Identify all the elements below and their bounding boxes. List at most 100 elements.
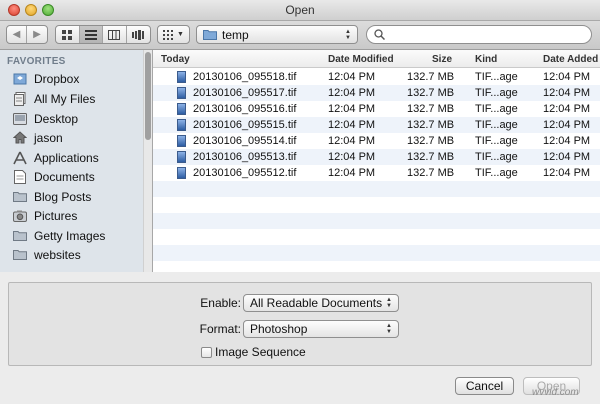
file-date-modified: 12:04 PM xyxy=(328,151,376,163)
sidebar: FAVORITES Dropbox All My Files Desktop j… xyxy=(0,50,153,272)
icon-view-icon xyxy=(61,29,72,40)
open-dialog: Open ◀ ▶ ▼ temp ▲ ▼ FAVORITES Dropbox Al… xyxy=(0,0,600,404)
file-kind: TIF...age xyxy=(475,87,518,99)
empty-row xyxy=(153,229,600,245)
file-size: 132.7 MB xyxy=(407,87,455,99)
file-name: 20130106_095514.tif xyxy=(193,135,297,147)
file-date-added: 12:04 PM xyxy=(543,103,591,115)
sidebar-item-label: Documents xyxy=(34,169,95,184)
file-date-added: 12:04 PM xyxy=(543,119,591,131)
sidebar-item-blog-posts[interactable]: Blog Posts xyxy=(0,187,143,206)
sidebar-item-dropbox[interactable]: Dropbox xyxy=(0,69,143,88)
view-mode-control xyxy=(55,25,151,44)
grid-icon xyxy=(163,29,174,40)
watermark-text: wvvid.com xyxy=(532,387,579,398)
tif-file-icon xyxy=(177,87,186,99)
file-list: Today Date Modified Size Kind Date Added… xyxy=(153,50,600,272)
list-view-icon xyxy=(84,29,97,40)
pictures-icon xyxy=(12,208,28,224)
column-size[interactable]: Size xyxy=(432,54,452,65)
updown-arrows-icon: ▲ ▼ xyxy=(386,297,392,309)
tif-file-icon xyxy=(177,151,186,163)
sidebar-scroll-thumb[interactable] xyxy=(145,52,151,140)
file-date-modified: 12:04 PM xyxy=(328,103,376,115)
file-name: 20130106_095518.tif xyxy=(193,71,297,83)
table-row[interactable]: 20130106_095517.tif 12:04 PM 132.7 MB TI… xyxy=(153,85,600,101)
arrange-menu-button[interactable]: ▼ xyxy=(157,25,190,44)
sidebar-item-jason[interactable]: jason xyxy=(0,128,143,147)
applications-icon xyxy=(12,150,28,166)
sidebar-item-desktop[interactable]: Desktop xyxy=(0,109,143,128)
sidebar-scrollbar[interactable] xyxy=(143,50,152,272)
toolbar: ◀ ▶ ▼ temp ▲ ▼ xyxy=(0,21,600,50)
column-view-button[interactable] xyxy=(103,26,127,43)
file-date-modified: 12:04 PM xyxy=(328,71,376,83)
sidebar-item-pictures[interactable]: Pictures xyxy=(0,206,143,225)
sidebar-item-websites[interactable]: websites xyxy=(0,245,143,264)
file-date-modified: 12:04 PM xyxy=(328,87,376,99)
file-date-added: 12:04 PM xyxy=(543,167,591,179)
sidebar-item-label: Dropbox xyxy=(34,71,80,86)
format-value: Photoshop xyxy=(250,322,308,336)
back-button[interactable]: ◀ xyxy=(7,26,28,43)
table-row[interactable]: 20130106_095515.tif 12:04 PM 132.7 MB TI… xyxy=(153,117,600,133)
forward-button[interactable]: ▶ xyxy=(27,26,47,43)
dropbox-icon xyxy=(12,71,28,87)
sidebar-item-all-my-files[interactable]: All My Files xyxy=(0,89,143,108)
sidebar-item-documents[interactable]: Documents xyxy=(0,167,143,186)
image-sequence-label: Image Sequence xyxy=(215,345,306,359)
tif-file-icon xyxy=(177,135,186,147)
column-date-added[interactable]: Date Added xyxy=(543,54,598,65)
column-kind[interactable]: Kind xyxy=(475,54,497,65)
file-name: 20130106_095516.tif xyxy=(193,103,297,115)
table-row[interactable]: 20130106_095514.tif 12:04 PM 132.7 MB TI… xyxy=(153,133,600,149)
options-panel: Enable: All Readable Documents ▲ ▼ Format… xyxy=(8,282,592,366)
sidebar-item-label: websites xyxy=(34,247,81,262)
file-name: 20130106_095515.tif xyxy=(193,119,297,131)
table-row[interactable]: 20130106_095512.tif 12:04 PM 132.7 MB TI… xyxy=(153,165,600,181)
title-bar: Open xyxy=(0,0,600,21)
column-view-icon xyxy=(108,29,121,40)
search-input[interactable] xyxy=(389,28,579,41)
home-icon xyxy=(12,130,28,146)
column-date-modified[interactable]: Date Modified xyxy=(328,54,394,65)
list-view-button[interactable] xyxy=(79,26,103,43)
empty-row xyxy=(153,261,600,272)
table-row[interactable]: 20130106_095513.tif 12:04 PM 132.7 MB TI… xyxy=(153,149,600,165)
folder-icon xyxy=(12,228,28,244)
sidebar-item-label: Desktop xyxy=(34,111,79,126)
folder-icon xyxy=(12,247,28,263)
file-name: 20130106_095517.tif xyxy=(193,87,297,99)
file-date-added: 12:04 PM xyxy=(543,135,591,147)
file-size: 132.7 MB xyxy=(407,167,455,179)
format-label: Format: xyxy=(199,322,241,336)
file-size: 132.7 MB xyxy=(407,119,455,131)
sidebar-item-getty-images[interactable]: Getty Images xyxy=(0,226,143,245)
search-field[interactable] xyxy=(366,25,592,44)
coverflow-view-icon xyxy=(131,29,144,40)
sidebar-heading-favorites: FAVORITES xyxy=(7,56,66,67)
enable-popup[interactable]: All Readable Documents ▲ ▼ xyxy=(243,294,399,312)
enable-label: Enable: xyxy=(200,296,241,310)
sidebar-item-label: All My Files xyxy=(34,91,96,106)
sidebar-item-applications[interactable]: Applications xyxy=(0,148,143,167)
table-row[interactable]: 20130106_095516.tif 12:04 PM 132.7 MB TI… xyxy=(153,101,600,117)
window-title: Open xyxy=(285,3,315,17)
search-icon xyxy=(374,29,385,40)
coverflow-view-button[interactable] xyxy=(127,26,150,43)
file-size: 132.7 MB xyxy=(407,151,455,163)
icon-view-button[interactable] xyxy=(56,26,80,43)
column-today[interactable]: Today xyxy=(161,54,190,65)
updown-arrows-icon: ▲ ▼ xyxy=(345,28,351,41)
empty-row xyxy=(153,245,600,261)
cancel-button[interactable]: Cancel xyxy=(455,377,514,395)
chevron-right-icon: ▶ xyxy=(33,29,41,40)
sidebar-item-label: Applications xyxy=(34,150,99,165)
table-row[interactable]: 20130106_095518.tif 12:04 PM 132.7 MB TI… xyxy=(153,69,600,85)
image-sequence-checkbox[interactable] xyxy=(201,347,212,358)
file-kind: TIF...age xyxy=(475,71,518,83)
format-popup[interactable]: Photoshop ▲ ▼ xyxy=(243,320,399,338)
location-popup[interactable]: temp ▲ ▼ xyxy=(196,25,358,44)
file-kind: TIF...age xyxy=(475,167,518,179)
tif-file-icon xyxy=(177,167,186,179)
